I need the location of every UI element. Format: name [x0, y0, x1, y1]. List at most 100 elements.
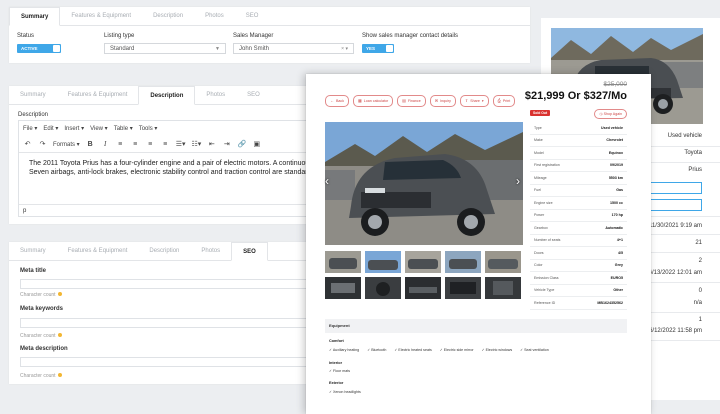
photo-thumbnail[interactable]	[365, 277, 401, 299]
undo-icon[interactable]: ↶	[23, 140, 32, 148]
description-label: Description	[18, 112, 49, 118]
status-toggle-text: ACTIVE	[21, 46, 38, 51]
inquiry-button[interactable]: ✉ Inquiry	[429, 95, 456, 107]
tab-description[interactable]: Description	[138, 86, 196, 105]
menu-tools[interactable]: Tools ▾	[139, 125, 158, 132]
finance-button[interactable]: ▤ Finance	[397, 95, 426, 107]
equipment-item: Auxiliary heating	[329, 348, 359, 352]
meta-description-input[interactable]	[20, 357, 310, 367]
tab-photos[interactable]: Photos	[190, 242, 231, 260]
tab-seo[interactable]: SEO	[235, 7, 270, 25]
calculator-icon: ▦	[358, 98, 362, 103]
equipment-item: Bluetooth	[367, 348, 386, 352]
editor-toolbar: ↶ ↷ Formats ▾ B I ≡ ≡ ≡ ≡ ☰▾ ☷▾ ⇤ ⇥ 🔗 ▣	[23, 140, 261, 148]
photo-thumbnail[interactable]	[405, 277, 441, 299]
prev-photo-icon[interactable]: ‹	[325, 174, 329, 188]
image-icon[interactable]: ▣	[252, 140, 261, 148]
meta-keywords-label: Meta keywords	[20, 306, 64, 312]
menu-view[interactable]: View ▾	[90, 125, 108, 132]
spec-row: First registration 09/2019	[530, 160, 627, 172]
meta-title-input[interactable]	[20, 279, 310, 289]
meta-keywords-input[interactable]	[20, 318, 310, 328]
clear-chevron-icon[interactable]: × ▾	[341, 44, 348, 55]
menu-file[interactable]: File ▾	[23, 125, 37, 132]
menu-insert[interactable]: Insert ▾	[64, 125, 84, 132]
side-input[interactable]	[650, 199, 702, 211]
align-left-icon[interactable]: ≡	[116, 141, 125, 148]
tab-features[interactable]: Features & Equipment	[60, 7, 142, 25]
photo-thumbnail[interactable]	[485, 251, 521, 273]
char-count: Character count	[20, 333, 62, 339]
link-icon[interactable]: 🔗	[237, 140, 246, 148]
side-na: n/a	[693, 300, 702, 306]
redo-icon[interactable]: ↷	[38, 140, 47, 148]
photo-thumbnail[interactable]	[445, 251, 481, 273]
menu-table[interactable]: Table ▾	[114, 125, 133, 132]
tab-summary[interactable]: Summary	[9, 86, 57, 104]
photo-thumbnail[interactable]	[485, 277, 521, 299]
spec-row: Make Chevrolet	[530, 135, 627, 147]
photo-thumbnail[interactable]	[405, 251, 441, 273]
formats-dropdown[interactable]: Formats ▾	[53, 141, 80, 148]
editor-content[interactable]: The 2011 Toyota Prius has a four-cylinde…	[29, 159, 313, 177]
help-icon	[57, 292, 62, 296]
photo-thumbnails	[325, 251, 523, 299]
listing-type-label: Listing type	[104, 33, 135, 39]
tab-summary[interactable]: Summary	[9, 7, 61, 26]
tab-description[interactable]: Description	[138, 242, 190, 260]
outdent-icon[interactable]: ⇤	[207, 140, 216, 148]
photo-thumbnail[interactable]	[325, 251, 361, 273]
sales-manager-select[interactable]: John Smith × ▾	[233, 43, 354, 54]
status-toggle[interactable]: ACTIVE	[17, 44, 61, 53]
spec-row: Emission Class EURO5	[530, 272, 627, 285]
tab-seo[interactable]: SEO	[231, 242, 268, 261]
show-contact-toggle-text: YES	[366, 46, 376, 51]
main-photo[interactable]	[325, 122, 523, 245]
side-count: 2	[698, 258, 702, 264]
shop-again-button[interactable]: ◷ Shop Again	[594, 109, 627, 119]
print-button[interactable]: ⎙ Print	[492, 95, 516, 107]
tab-features[interactable]: Features & Equipment	[57, 86, 139, 104]
align-justify-icon[interactable]: ≡	[161, 141, 170, 148]
spec-row: Power 170 hp	[530, 210, 627, 222]
spec-row: Number of seats 4+1	[530, 235, 627, 247]
side-type-value: Used vehicle	[667, 133, 702, 139]
tab-photos[interactable]: Photos	[195, 86, 236, 104]
side-input[interactable]	[650, 182, 702, 194]
align-center-icon[interactable]: ≡	[131, 141, 140, 148]
spec-row: Gearbox Automatic	[530, 222, 627, 235]
bullet-list-icon[interactable]: ☰▾	[176, 140, 186, 148]
show-contact-label: Show sales manager contact details	[362, 33, 459, 39]
indent-icon[interactable]: ⇥	[222, 140, 231, 148]
loan-calculator-button[interactable]: ▦ Loan calculator	[353, 95, 394, 107]
align-right-icon[interactable]: ≡	[146, 141, 155, 148]
numbered-list-icon[interactable]: ☷▾	[192, 140, 202, 148]
side-make-value: Toyota	[684, 150, 702, 156]
share-button[interactable]: ⇪ Share ▾	[459, 95, 489, 107]
tab-description[interactable]: Description	[142, 7, 194, 25]
menu-edit[interactable]: Edit ▾	[43, 125, 58, 132]
photo-thumbnail[interactable]	[325, 277, 361, 299]
tab-seo[interactable]: SEO	[236, 86, 271, 104]
italic-icon[interactable]: I	[101, 140, 110, 148]
back-button[interactable]: ← Back	[325, 95, 349, 107]
price: $21,999 Or $327/Mo	[524, 90, 627, 102]
next-photo-icon[interactable]: ›	[516, 174, 520, 188]
tab-features[interactable]: Features & Equipment	[57, 242, 139, 260]
spec-row: Reference ID MB1624352562	[530, 297, 627, 310]
listing-type-select[interactable]: Standard ▼	[104, 43, 226, 54]
tab-photos[interactable]: Photos	[194, 7, 235, 25]
share-icon: ⇪	[464, 98, 469, 103]
tab-summary[interactable]: Summary	[9, 242, 57, 260]
show-contact-toggle[interactable]: YES	[362, 44, 394, 53]
description-line: The 2011 Toyota Prius has a four-cylinde…	[29, 160, 313, 167]
side-count: 0	[698, 288, 702, 294]
photo-thumbnail[interactable]	[365, 251, 401, 273]
finance-icon: ▤	[402, 98, 406, 103]
spec-row: Color Grey	[530, 260, 627, 272]
equipment-item: Seat ventilation	[520, 348, 549, 352]
equipment-item: Floor mats	[329, 369, 350, 373]
meta-title-label: Meta title	[20, 268, 47, 274]
bold-icon[interactable]: B	[86, 141, 95, 148]
photo-thumbnail[interactable]	[445, 277, 481, 299]
